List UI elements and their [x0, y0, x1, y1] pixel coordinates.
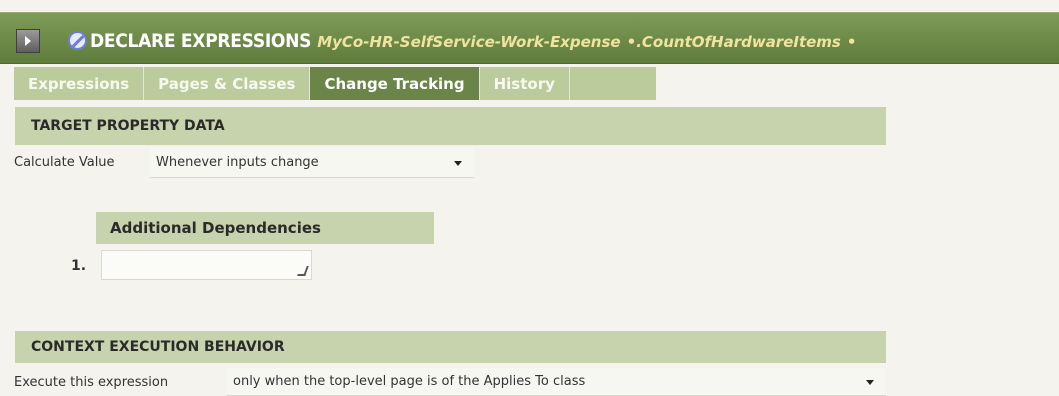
- title-separator: •: [626, 33, 637, 51]
- calculate-value-label: Calculate Value: [14, 155, 115, 170]
- context-execution-behavior-heading: CONTEXT EXECUTION BEHAVIOR: [15, 331, 886, 363]
- tab-expressions[interactable]: Expressions: [14, 67, 145, 100]
- execute-expression-selected: only when the top-level page is of the A…: [233, 374, 586, 389]
- tab-pages-and-classes[interactable]: Pages & Classes: [144, 67, 311, 100]
- tab-change-tracking[interactable]: Change Tracking: [310, 67, 480, 100]
- tab-strip-filler: [569, 67, 656, 100]
- additional-dependencies-heading: Additional Dependencies: [96, 212, 434, 244]
- rule-property-name: .CountOfHardwareItems: [636, 33, 841, 51]
- tab-history[interactable]: History: [479, 67, 570, 100]
- rule-type-label: DECLARE EXPRESSIONS: [90, 30, 312, 52]
- expand-toggle-button[interactable]: [16, 29, 40, 53]
- rule-title: DECLARE EXPRESSIONS MyCo-HR-SelfService-…: [90, 30, 857, 53]
- target-property-data-heading: TARGET PROPERTY DATA: [15, 107, 886, 145]
- declare-expression-icon: [68, 31, 87, 50]
- chevron-down-icon: [866, 379, 874, 385]
- execute-expression-dropdown[interactable]: only when the top-level page is of the A…: [227, 368, 886, 396]
- resize-grip-icon[interactable]: [297, 266, 309, 276]
- chevron-down-icon: [454, 160, 462, 166]
- rule-title-bar: DECLARE EXPRESSIONS MyCo-HR-SelfService-…: [0, 12, 1059, 64]
- dependency-row-number: 1.: [71, 258, 87, 274]
- calculate-value-dropdown[interactable]: Whenever inputs change: [150, 148, 474, 178]
- expand-arrow-icon: [25, 36, 31, 46]
- dependency-input[interactable]: [101, 250, 312, 280]
- rule-tabs: Expressions Pages & Classes Change Track…: [14, 67, 656, 100]
- calculate-value-selected: Whenever inputs change: [156, 155, 319, 170]
- title-trailing-separator: •: [846, 33, 857, 51]
- execute-expression-label: Execute this expression: [14, 375, 169, 390]
- rule-class-name: MyCo-HR-SelfService-Work-Expense: [317, 33, 621, 51]
